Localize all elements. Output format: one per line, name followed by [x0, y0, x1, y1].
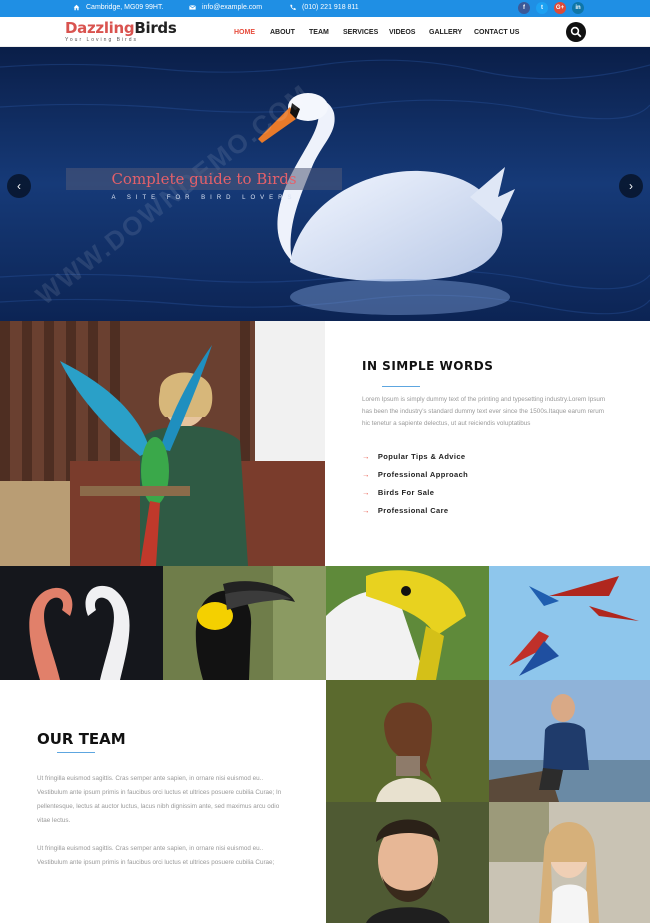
- gallery-image-macaw[interactable]: [489, 566, 650, 680]
- phone-icon: [289, 4, 296, 11]
- facebook-glyph: f: [523, 5, 525, 11]
- hero-title: Complete guide to Birds: [111, 170, 297, 188]
- arrow-right-icon: →: [362, 452, 370, 461]
- phone-text[interactable]: (010) 221 918 811: [302, 4, 359, 11]
- gallery-image-yellow-bird[interactable]: [326, 566, 489, 680]
- about-title: IN SIMPLE WORDS: [362, 359, 494, 373]
- arrow-right-icon: →: [362, 488, 370, 497]
- logo-name-part2: Birds: [134, 19, 177, 37]
- google-plus-glyph: G+: [555, 5, 565, 11]
- about-section: IN SIMPLE WORDS Lorem Ipsum is simply du…: [325, 321, 650, 566]
- logo-title: DazzlingBirds: [65, 19, 177, 37]
- about-paragraph: Lorem Ipsum is simply dummy text of the …: [362, 396, 606, 428]
- nav-contact-us[interactable]: CONTACT US: [474, 29, 519, 36]
- hero-slider: WWW.DOWNDEMO.COM Complete guide to Birds…: [0, 47, 650, 321]
- logo-tagline: Your Loving Birds: [65, 37, 139, 43]
- nav-services[interactable]: SERVICES: [343, 29, 378, 36]
- team-member-photo[interactable]: [489, 680, 650, 802]
- feature-label: Birds For Sale: [377, 488, 435, 497]
- email-text[interactable]: info@example.com: [202, 4, 262, 11]
- twitter-icon[interactable]: t: [536, 2, 548, 14]
- parrot-with-woman-image: [0, 321, 325, 566]
- feature-label: Professional Care: [377, 506, 449, 515]
- team-paragraph: Ut fringilla euismod sagittis. Cras semp…: [37, 775, 282, 824]
- address-text: Cambridge, MG09 99HT.: [86, 4, 164, 11]
- facebook-icon[interactable]: f: [518, 2, 530, 14]
- top-info-bar: Cambridge, MG09 99HT. info@example.com (…: [0, 0, 650, 17]
- phone-info[interactable]: (010) 221 918 811: [289, 4, 359, 11]
- search-button[interactable]: [566, 22, 586, 42]
- arrow-right-icon: →: [362, 506, 370, 515]
- feature-item: → Professional Care: [362, 506, 448, 515]
- team-title: OUR TEAM: [37, 730, 126, 748]
- search-icon: [570, 26, 582, 38]
- logo-name-part1: Dazzling: [65, 19, 135, 37]
- chevron-right-icon: ›: [629, 179, 633, 193]
- home-icon: [73, 4, 80, 11]
- feature-label: Professional Approach: [377, 470, 469, 479]
- nav-about[interactable]: ABOUT: [270, 29, 295, 36]
- google-plus-icon[interactable]: G+: [554, 2, 566, 14]
- team-member-photo[interactable]: [489, 802, 650, 923]
- site-logo[interactable]: DazzlingBirds Your Loving Birds: [65, 19, 177, 44]
- address-info: Cambridge, MG09 99HT.: [73, 4, 163, 11]
- nav-team[interactable]: TEAM: [309, 29, 329, 36]
- feature-item: → Popular Tips & Advice: [362, 452, 466, 461]
- team-member-photo[interactable]: [326, 680, 489, 802]
- feature-item: → Professional Approach: [362, 470, 468, 479]
- envelope-icon: [189, 4, 196, 11]
- nav-home[interactable]: HOME: [234, 29, 255, 36]
- arrow-right-icon: →: [362, 470, 370, 479]
- slider-next-button[interactable]: ›: [619, 174, 643, 198]
- twitter-glyph: t: [541, 5, 543, 11]
- linkedin-icon[interactable]: in: [572, 2, 584, 14]
- slider-prev-button[interactable]: ‹: [7, 174, 31, 198]
- nav-gallery[interactable]: GALLERY: [429, 29, 462, 36]
- team-section: OUR TEAM Ut fringilla euismod sagittis. …: [0, 680, 325, 923]
- gallery-image-flamingos[interactable]: [0, 566, 163, 680]
- feature-item: → Birds For Sale: [362, 488, 434, 497]
- team-member-photo[interactable]: [326, 802, 489, 923]
- chevron-left-icon: ‹: [17, 179, 21, 193]
- linkedin-glyph: in: [575, 5, 581, 11]
- nav-videos[interactable]: VIDEOS: [389, 29, 415, 36]
- team-title-underline: [57, 752, 95, 753]
- about-image: [0, 321, 325, 566]
- feature-label: Popular Tips & Advice: [377, 452, 466, 461]
- team-paragraph: Ut fringilla euismod sagittis. Cras semp…: [37, 845, 275, 866]
- hero-subtitle: A SITE FOR BIRD LOVERS: [111, 195, 297, 201]
- email-info[interactable]: info@example.com: [189, 4, 262, 11]
- about-title-underline: [382, 386, 420, 387]
- main-navbar: DazzlingBirds Your Loving Birds HOME ABO…: [0, 17, 650, 47]
- hero-caption-box: Complete guide to Birds: [66, 168, 342, 190]
- gallery-image-toucan[interactable]: [163, 566, 326, 680]
